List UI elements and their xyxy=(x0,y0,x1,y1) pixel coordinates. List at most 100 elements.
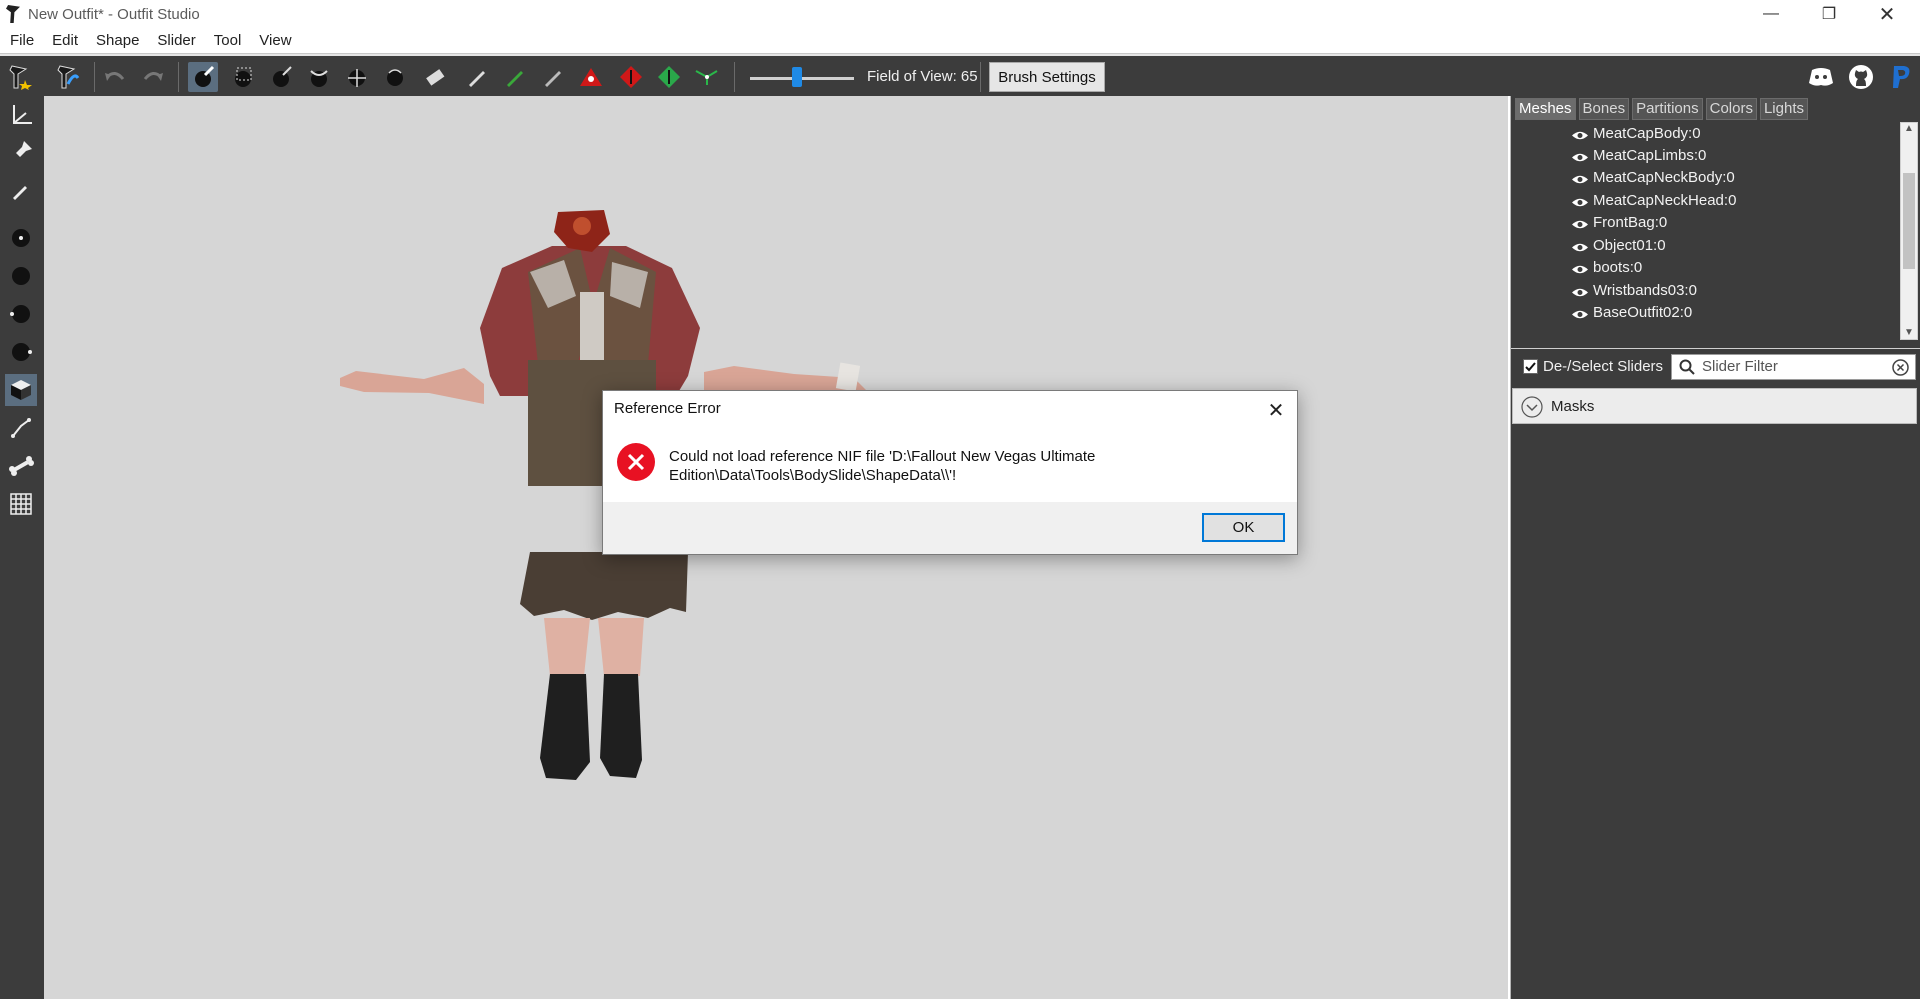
redo-icon[interactable] xyxy=(138,62,168,92)
title-bar: New Outfit* - Outfit Studio — ❐ ✕ xyxy=(0,0,1920,28)
bone-icon[interactable] xyxy=(5,450,37,482)
point-icon[interactable] xyxy=(5,222,37,254)
select-sliders-checkbox[interactable] xyxy=(1523,359,1538,374)
alpha-brush-icon[interactable] xyxy=(538,62,568,92)
weight-brush-icon[interactable] xyxy=(462,62,492,92)
flip-edge-icon[interactable] xyxy=(616,62,646,92)
mesh-name: FrontBag:0 xyxy=(1593,213,1668,231)
fov-label: Field of View: 65 xyxy=(867,68,978,85)
mesh-name: Wristbands03:0 xyxy=(1593,281,1697,299)
list-item[interactable]: MeatCapNeckBody:0 xyxy=(1571,166,1735,188)
split-edge-icon[interactable] xyxy=(654,62,684,92)
outfit-studio-window: New Outfit* - Outfit Studio — ❐ ✕ File E… xyxy=(0,0,1920,999)
smooth-brush-icon[interactable] xyxy=(380,62,410,92)
tab-bones[interactable]: Bones xyxy=(1578,98,1630,120)
bone-edge-icon[interactable] xyxy=(5,412,37,444)
tab-partitions[interactable]: Partitions xyxy=(1632,98,1703,120)
eye-icon[interactable] xyxy=(1571,285,1589,296)
panel-tabs: Meshes Bones Partitions Colors Lights xyxy=(1515,98,1811,120)
mesh-name: BaseOutfit02:0 xyxy=(1593,303,1693,321)
list-item[interactable]: BaseOutfit02:0 xyxy=(1571,301,1692,323)
slider-filter-placeholder: Slider Filter xyxy=(1702,358,1778,375)
undo-icon[interactable] xyxy=(100,62,130,92)
menu-edit[interactable]: Edit xyxy=(44,32,86,49)
search-icon xyxy=(1679,359,1695,380)
scroll-down-icon[interactable]: ▼ xyxy=(1904,327,1914,338)
transform-axis-icon[interactable] xyxy=(5,100,37,132)
move-brush-icon[interactable] xyxy=(342,62,372,92)
scroll-up-icon[interactable]: ▲ xyxy=(1904,123,1914,134)
collapse-vertex-icon[interactable] xyxy=(576,62,606,92)
masks-group[interactable]: Masks xyxy=(1512,388,1917,424)
list-item[interactable]: MeatCapNeckHead:0 xyxy=(1571,189,1736,211)
fov-slider-track[interactable] xyxy=(750,77,854,80)
inflate-brush-icon[interactable] xyxy=(266,62,296,92)
list-item[interactable]: Object01:0 xyxy=(1571,234,1666,256)
slider-filter-input[interactable]: Slider Filter xyxy=(1671,354,1916,380)
pencil-icon[interactable] xyxy=(5,174,37,206)
eye-icon[interactable] xyxy=(1571,240,1589,251)
scroll-thumb[interactable] xyxy=(1903,173,1915,269)
select-brush-icon[interactable] xyxy=(188,62,218,92)
restore-button[interactable]: ❐ xyxy=(1800,0,1858,28)
menu-slider[interactable]: Slider xyxy=(149,32,203,49)
eye-icon[interactable] xyxy=(1571,195,1589,206)
select-sliders-label: De-/Select Sliders xyxy=(1543,358,1664,375)
fov-slider-thumb[interactable] xyxy=(792,67,802,87)
menu-shape[interactable]: Shape xyxy=(88,32,147,49)
dialog-message-line-2: Edition\Data\Tools\BodySlide\ShapeData\\… xyxy=(669,467,957,484)
clear-filter-icon[interactable] xyxy=(1892,359,1909,381)
eye-icon[interactable] xyxy=(1571,217,1589,228)
github-icon[interactable] xyxy=(1846,62,1876,92)
tab-lights[interactable]: Lights xyxy=(1759,98,1808,120)
chevron-down-icon[interactable] xyxy=(1521,396,1543,423)
list-item[interactable]: MeatCapBody:0 xyxy=(1571,122,1701,144)
eye-icon[interactable] xyxy=(1571,262,1589,273)
mesh-list-scrollbar[interactable]: ▲ ▼ xyxy=(1900,122,1918,340)
slider-header: De-/Select Sliders Slider Filter xyxy=(1511,348,1920,382)
sphere-right-icon[interactable] xyxy=(5,336,37,368)
list-item[interactable]: Wristbands03:0 xyxy=(1571,279,1697,301)
move-vertex-icon[interactable] xyxy=(692,62,722,92)
list-item[interactable]: boots:0 xyxy=(1571,256,1642,278)
load-reference-button[interactable] xyxy=(4,62,34,92)
menu-view[interactable]: View xyxy=(251,32,299,49)
dialog-footer xyxy=(603,502,1297,554)
tab-colors[interactable]: Colors xyxy=(1705,98,1757,120)
eye-icon[interactable] xyxy=(1571,128,1589,139)
eye-icon[interactable] xyxy=(1571,150,1589,161)
list-item[interactable]: MeatCapLimbs:0 xyxy=(1571,144,1706,166)
mesh-name: MeatCapNeckHead:0 xyxy=(1593,191,1737,209)
dialog-close-button[interactable]: ✕ xyxy=(1263,397,1289,423)
error-icon xyxy=(617,443,655,481)
brush-settings-button[interactable]: Brush Settings xyxy=(989,62,1105,92)
close-window-button[interactable]: ✕ xyxy=(1858,0,1916,28)
sphere-icon[interactable] xyxy=(5,260,37,292)
dialog-message-line-1: Could not load reference NIF file 'D:\Fa… xyxy=(669,448,1096,465)
menu-tool[interactable]: Tool xyxy=(206,32,250,49)
app-logo-icon xyxy=(6,5,20,23)
load-outfit-button[interactable] xyxy=(52,62,82,92)
mesh-name: Object01:0 xyxy=(1593,236,1666,254)
sphere-left-icon[interactable] xyxy=(5,298,37,330)
main-toolbar: Field of View: 65 Brush Settings xyxy=(0,54,1920,96)
paypal-icon[interactable] xyxy=(1886,62,1916,92)
discord-icon[interactable] xyxy=(1806,62,1836,92)
mask-brush-icon[interactable] xyxy=(228,62,258,92)
color-brush-icon[interactable] xyxy=(500,62,530,92)
menu-file[interactable]: File xyxy=(2,32,42,49)
grid-icon[interactable] xyxy=(5,488,37,520)
deflate-brush-icon[interactable] xyxy=(304,62,334,92)
eye-icon[interactable] xyxy=(1571,307,1589,318)
tab-meshes[interactable]: Meshes xyxy=(1515,98,1576,120)
cube-icon[interactable] xyxy=(5,374,37,406)
reference-error-dialog: Reference Error ✕ Could not load referen… xyxy=(602,390,1298,555)
minimize-button[interactable]: — xyxy=(1742,0,1800,28)
dialog-message: Could not load reference NIF file 'D:\Fa… xyxy=(669,447,1229,485)
list-item[interactable]: FrontBag:0 xyxy=(1571,211,1667,233)
ok-button[interactable]: OK xyxy=(1202,513,1285,542)
pin-icon[interactable] xyxy=(5,136,37,168)
eraser-icon[interactable] xyxy=(420,62,450,92)
eye-icon[interactable] xyxy=(1571,172,1589,183)
mesh-list: MeatCapBody:0 MeatCapLimbs:0 MeatCapNeck… xyxy=(1515,122,1898,340)
